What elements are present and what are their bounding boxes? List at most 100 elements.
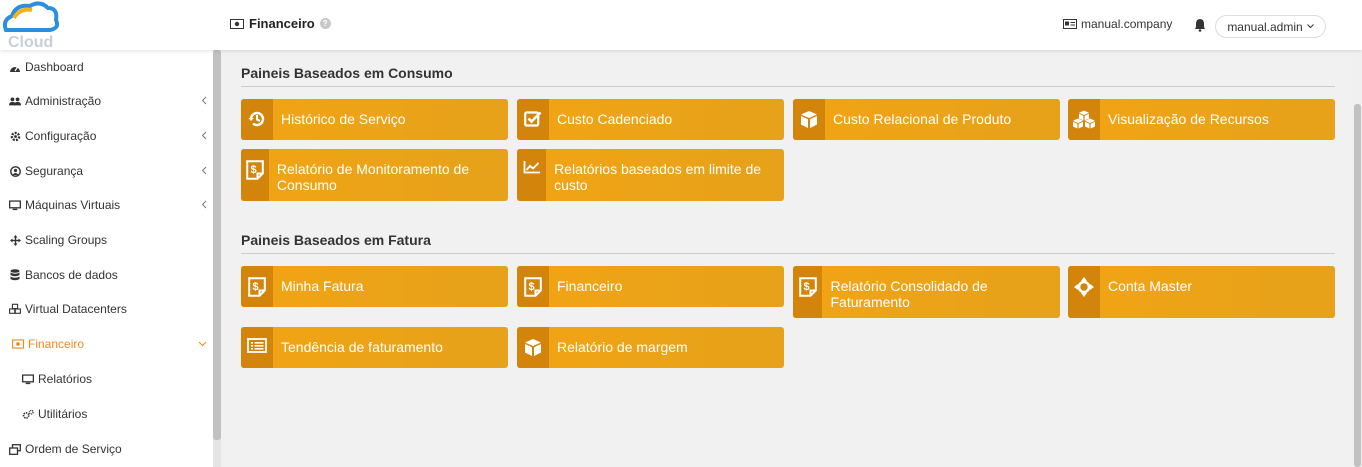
content-scrollbar-thumb[interactable] — [1354, 104, 1361, 467]
invoice-icon: $ — [793, 266, 823, 318]
sidebar-item-label: Bancos de dados — [25, 268, 118, 282]
sidebar-item-seguranca[interactable]: Segurança — [0, 154, 214, 188]
section-title-consumo: Paineis Baseados em Consumo — [241, 65, 453, 81]
tile-historico-de-servico[interactable]: Histórico de Serviço — [241, 99, 508, 140]
money-icon — [230, 18, 244, 29]
svg-text:$: $ — [803, 281, 809, 293]
tile-label: Relatórios baseados em limite de custo — [554, 161, 762, 193]
tile-relatorio-de-monitoramento-de-consumo[interactable]: $ Relatório de Monitoramento de Consumo — [241, 149, 508, 201]
page-title-text: Financeiro — [249, 16, 315, 31]
sidebar-item-bancos-de-dados[interactable]: Bancos de dados — [0, 258, 214, 292]
sidebar-item-ordem-de-servico[interactable]: Ordem de Serviço — [0, 432, 214, 466]
sidebar-scrollbar-thumb[interactable] — [213, 50, 221, 440]
logo-text: Cloud — [8, 34, 54, 51]
sidebar-item-configuracao[interactable]: Configuração — [0, 119, 214, 153]
svg-text:$: $ — [529, 281, 535, 293]
windows-icon — [9, 443, 21, 455]
cubes-icon — [1068, 99, 1100, 140]
sidebar-item-label: Segurança — [25, 164, 84, 178]
invoice-icon: $ — [241, 266, 273, 307]
tile-label: Custo Relacional de Produto — [833, 111, 1012, 127]
sidebar-item-label: Administração — [25, 94, 102, 108]
section-title-fatura: Paineis Baseados em Fatura — [241, 232, 431, 248]
tile-custo-relacional-de-produto[interactable]: Custo Relacional de Produto — [793, 99, 1060, 140]
checkbox-icon — [517, 99, 549, 140]
tile-label: Tendência de faturamento — [281, 339, 443, 355]
history-icon — [241, 99, 273, 140]
tile-financeiro[interactable]: $ Financeiro — [517, 266, 784, 307]
sidebar-item-label: Dashboard — [25, 60, 84, 74]
user-menu-button[interactable]: manual.admin — [1215, 15, 1326, 38]
security-icon — [9, 165, 21, 177]
sidebar-item-dashboard[interactable]: Dashboard — [0, 50, 214, 84]
invoice-icon: $ — [517, 266, 549, 307]
chevron-down-icon — [198, 341, 207, 347]
sidebar-item-label: Scaling Groups — [25, 233, 108, 247]
section-divider — [241, 86, 1335, 87]
database-icon — [9, 269, 21, 281]
tile-minha-fatura[interactable]: $ Minha Fatura — [241, 266, 508, 307]
sidebar-item-label: Relatórios — [38, 372, 93, 386]
sidebar-item-label: Virtual Datacenters — [25, 302, 127, 316]
sidebar-subitem-relatorios[interactable]: Relatórios — [0, 362, 214, 396]
money-icon — [12, 338, 24, 350]
tile-label: Relatório de Monitoramento de Consumo — [276, 161, 470, 193]
invoice-icon: $ — [241, 149, 269, 201]
sidebar-item-label: Utilitários — [38, 407, 88, 421]
page-title: Financeiro ? — [230, 16, 331, 31]
company-name: manual.company — [1081, 17, 1173, 31]
users-icon — [9, 95, 21, 107]
svg-text:$: $ — [253, 281, 259, 293]
tile-tendencia-de-faturamento[interactable]: Tendência de faturamento — [241, 327, 508, 368]
chevron-left-icon — [201, 166, 207, 175]
logo[interactable]: Cloud — [0, 0, 62, 51]
tile-label: Histórico de Serviço — [281, 111, 406, 127]
sidebar-item-label: Ordem de Serviço — [25, 442, 122, 456]
id-card-icon — [1063, 19, 1077, 29]
tile-relatorio-de-margem[interactable]: Relatório de margem — [517, 327, 784, 368]
sidebar-item-virtual-datacenters[interactable]: Virtual Datacenters — [0, 292, 214, 326]
tile-label: Custo Cadenciado — [557, 111, 673, 127]
section-divider — [241, 253, 1335, 254]
tile-label: Relatório de margem — [557, 339, 688, 355]
tile-label: Financeiro — [557, 278, 623, 294]
cube-icon — [517, 327, 549, 368]
help-icon[interactable]: ? — [319, 18, 331, 29]
tile-label: Visualização de Recursos — [1108, 111, 1269, 127]
monitor-icon — [9, 199, 21, 211]
svg-text:$: $ — [250, 164, 256, 176]
cogs-icon — [22, 408, 34, 420]
tile-relatorios-baseados-em-limite-de-custo[interactable]: Relatórios baseados em limite de custo — [517, 149, 784, 201]
tile-custo-cadenciado[interactable]: Custo Cadenciado — [517, 99, 784, 140]
sidebar-item-label: Configuração — [25, 129, 97, 143]
sidebar-item-label: Financeiro — [28, 337, 85, 351]
sidebar-item-financeiro[interactable]: Financeiro — [0, 327, 214, 361]
sidebar-item-scaling-groups[interactable]: Scaling Groups — [0, 223, 214, 257]
tile-relatorio-consolidado-de-faturamento[interactable]: $ Relatório Consolidado de Faturamento — [793, 266, 1060, 318]
chevron-left-icon — [201, 131, 207, 140]
crosshair-icon — [1068, 266, 1100, 318]
user-name: manual.admin — [1227, 19, 1303, 34]
bell-icon[interactable] — [1194, 18, 1206, 32]
chevron-left-icon — [201, 96, 207, 105]
arrows-icon — [9, 234, 21, 246]
gear-icon — [9, 130, 21, 142]
tile-visualizacao-de-recursos[interactable]: Visualização de Recursos — [1068, 99, 1335, 140]
sidebar-subitem-utilitarios[interactable]: Utilitários — [0, 397, 214, 431]
line-chart-icon — [517, 149, 547, 201]
cube-icon — [793, 99, 825, 140]
sidebar-item-maquinas-virtuais[interactable]: Máquinas Virtuais — [0, 188, 214, 222]
tile-conta-master[interactable]: Conta Master — [1068, 266, 1335, 318]
top-bar: Cloud Financeiro ? manual.company manual… — [0, 0, 1362, 51]
company-selector[interactable]: manual.company — [1063, 17, 1172, 31]
sidebar-item-administracao[interactable]: Administração — [0, 84, 214, 118]
dashboard-icon — [9, 61, 21, 73]
tile-label: Minha Fatura — [281, 278, 364, 294]
tile-label: Conta Master — [1108, 278, 1193, 294]
tile-label: Relatório Consolidado de Faturamento — [830, 278, 988, 310]
monitor-icon — [22, 373, 34, 385]
cubes-icon — [9, 303, 21, 315]
chevron-down-icon — [1306, 24, 1314, 29]
chevron-left-icon — [201, 200, 207, 209]
list-icon — [241, 327, 273, 368]
